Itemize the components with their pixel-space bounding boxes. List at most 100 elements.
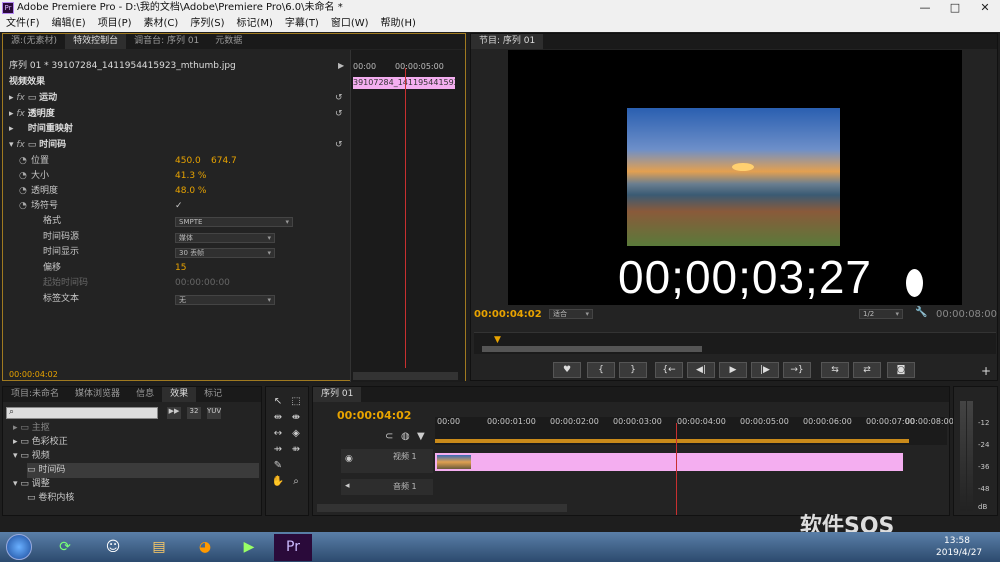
add-marker-button[interactable]: ♥ [553, 362, 581, 378]
stopwatch-icon[interactable]: ◔ [19, 171, 27, 181]
playhead-marker-icon[interactable]: ▼ [494, 335, 501, 345]
work-area-bar[interactable] [435, 439, 909, 443]
taskbar-firefox-icon[interactable]: ◕ [186, 534, 224, 561]
wrench-icon[interactable]: 🔧 [915, 307, 927, 318]
label-text-dropdown[interactable]: 无 [175, 295, 275, 305]
position-x-value[interactable]: 450.0 [175, 154, 201, 169]
tab-effect-controls[interactable]: 特效控制台 [65, 34, 127, 49]
timecode-source-dropdown[interactable]: 媒体 [175, 233, 275, 243]
effects-search-input[interactable]: ⌕ [6, 407, 158, 419]
track-select-tool-icon[interactable]: ⬚ [289, 395, 303, 409]
close-button[interactable]: ✕ [970, 0, 1000, 16]
marker-icon[interactable]: ▼ [417, 431, 425, 442]
menu-clip[interactable]: 素材(C) [144, 18, 179, 29]
reset-opacity-icon[interactable]: ↺ [335, 109, 343, 119]
taskbar-explorer-icon[interactable]: ▤ [140, 534, 178, 561]
32bit-filter-icon[interactable]: 32 [187, 407, 201, 419]
timeline-scrollbar[interactable] [317, 504, 567, 512]
video-clip[interactable] [435, 453, 903, 471]
menu-marker[interactable]: 标记(M) [236, 18, 272, 29]
step-back-button[interactable]: ◀| [687, 362, 715, 378]
tab-source[interactable]: 源:(无素材) [3, 34, 65, 49]
razor-tool-icon[interactable]: ◈ [289, 427, 303, 441]
resolution-dropdown[interactable]: 1/2 [859, 309, 903, 319]
timeline-ruler[interactable]: 00:00 00:00:01:00 00:00:02:00 00:00:03:0… [435, 417, 954, 445]
stopwatch-icon[interactable]: ◔ [19, 186, 27, 196]
zoom-scroll-bar[interactable] [482, 346, 702, 352]
stopwatch-icon[interactable]: ◔ [19, 156, 27, 166]
menu-title[interactable]: 字幕(T) [285, 18, 319, 29]
stopwatch-icon[interactable]: ◔ [19, 201, 27, 211]
menu-sequence[interactable]: 序列(S) [190, 18, 224, 29]
pen-tool-icon[interactable]: ✎ [271, 459, 285, 473]
tree-item-keying[interactable]: ▸ ▭ 主抠 [13, 421, 50, 436]
accelerated-filter-icon[interactable]: ▶▶ [167, 407, 181, 419]
opacity-value[interactable]: 48.0 % [175, 184, 206, 199]
taskbar-app-icon[interactable]: ⟳ [46, 534, 84, 561]
mark-out-button[interactable]: } [619, 362, 647, 378]
tab-info[interactable]: 信息 [128, 387, 162, 402]
export-frame-button[interactable]: ◙ [887, 362, 915, 378]
menu-project[interactable]: 项目(P) [98, 18, 132, 29]
play-only-audio-icon[interactable]: ▶ [338, 61, 344, 70]
tree-item-convolution-kernel[interactable]: ▭ 卷积内核 [27, 491, 74, 506]
selection-tool-icon[interactable]: ↖ [271, 395, 285, 409]
menu-help[interactable]: 帮助(H) [381, 18, 416, 29]
program-scrubber[interactable]: ▼ [474, 332, 996, 354]
mini-playhead[interactable] [405, 68, 406, 368]
tab-media-browser[interactable]: 媒体浏览器 [67, 387, 128, 402]
tab-metadata[interactable]: 元数据 [207, 34, 250, 49]
speaker-icon[interactable]: ◂ [345, 481, 350, 491]
offset-value[interactable]: 15 [175, 261, 186, 276]
extract-button[interactable]: ⇄ [853, 362, 881, 378]
clock-date[interactable]: 2019/4/27 [936, 548, 982, 558]
hand-tool-icon[interactable]: ✋ [271, 475, 285, 489]
mark-in-button[interactable]: { [587, 362, 615, 378]
tree-item-adjust[interactable]: ▾ ▭ 调整 [13, 477, 50, 492]
tab-program[interactable]: 节目: 序列 01 [471, 34, 544, 49]
menu-window[interactable]: 窗口(W) [331, 18, 369, 29]
effect-time-remap[interactable]: ▸ 时间重映射 [9, 122, 73, 137]
timeline-playhead[interactable] [676, 423, 677, 515]
menu-file[interactable]: 文件(F) [6, 18, 40, 29]
go-to-in-button[interactable]: {← [655, 362, 683, 378]
add-button-icon[interactable]: + [981, 364, 991, 378]
ripple-edit-tool-icon[interactable]: ⇹ [271, 411, 285, 425]
video-track-header[interactable]: 视频 1 ◉ [341, 449, 433, 473]
tab-audio-mixer[interactable]: 调音台: 序列 01 [126, 34, 207, 49]
tree-item-color-correction[interactable]: ▸ ▭ 色彩校正 [13, 435, 68, 450]
tab-sequence[interactable]: 序列 01 [313, 387, 362, 402]
zoom-tool-icon[interactable]: ⌕ [289, 475, 303, 489]
time-display-dropdown[interactable]: 30 丢帧 [175, 248, 275, 258]
tree-item-video[interactable]: ▾ ▭ 视频 [13, 449, 50, 464]
yuv-filter-icon[interactable]: YUV [207, 407, 221, 419]
field-checkbox[interactable]: ✓ [175, 199, 183, 214]
rolling-edit-tool-icon[interactable]: ⇼ [289, 411, 303, 425]
step-forward-button[interactable]: |▶ [751, 362, 779, 378]
tab-markers[interactable]: 标记 [196, 387, 230, 402]
taskbar-premiere-icon[interactable]: Pr [274, 534, 312, 561]
snap-icon[interactable]: ⊂ [385, 431, 393, 442]
timeline-current-time[interactable]: 00:00:04:02 [337, 409, 411, 422]
rate-stretch-tool-icon[interactable]: ↔ [271, 427, 285, 441]
tab-effects[interactable]: 效果 [162, 387, 197, 402]
fit-dropdown[interactable]: 适合 [549, 309, 593, 319]
slip-tool-icon[interactable]: ⇸ [271, 443, 285, 457]
reset-motion-icon[interactable]: ↺ [335, 93, 343, 103]
add-marker-icon[interactable]: ◍ [401, 431, 410, 442]
effect-motion[interactable]: ▸ fx ▭ 运动 [9, 91, 57, 106]
slide-tool-icon[interactable]: ⇻ [289, 443, 303, 457]
format-dropdown[interactable]: SMPTE [175, 217, 293, 227]
minimize-button[interactable]: — [910, 0, 940, 16]
clock-time[interactable]: 13:58 [944, 536, 970, 546]
program-current-time[interactable]: 00:00:04:02 [474, 309, 542, 320]
effect-timecode[interactable]: ▾ fx ▭ 时间码 [9, 138, 66, 153]
audio-track-header[interactable]: ◂ 音频 1 [341, 479, 433, 495]
mini-clip[interactable]: 39107284_1411954415923_ [353, 77, 455, 89]
tree-item-timecode[interactable]: ▭ 时间码 [27, 463, 259, 478]
taskbar-qq-icon[interactable]: ☺ [94, 534, 132, 561]
taskbar-media-icon[interactable]: ▶ [230, 534, 268, 561]
start-button[interactable] [6, 534, 32, 560]
tab-project[interactable]: 项目:未命名 [3, 387, 67, 402]
reset-timecode-icon[interactable]: ↺ [335, 140, 343, 150]
